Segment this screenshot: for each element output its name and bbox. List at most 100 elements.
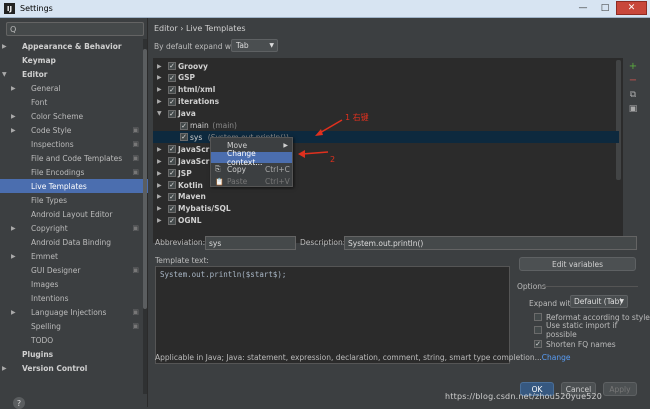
chevron-right-icon[interactable]: ▶ bbox=[157, 182, 162, 189]
sidebar-item[interactable]: File Encodings ▣ bbox=[0, 165, 148, 179]
template-label: sys bbox=[190, 132, 203, 142]
applicable-contexts: Applicable in Java; Java: statement, exp… bbox=[155, 353, 570, 362]
sidebar-item[interactable]: GUI Designer ▣ bbox=[0, 263, 148, 277]
sidebar-item[interactable]: TODO bbox=[0, 333, 148, 347]
annotation-arrows bbox=[298, 119, 343, 158]
chevron-right-icon[interactable]: ▶ bbox=[157, 193, 162, 200]
chevron-right-icon[interactable]: ▶ bbox=[157, 217, 162, 224]
template-checkbox[interactable]: ✓ bbox=[168, 62, 176, 70]
settings-sidebar: Q ▶ Appearance & Behavior Keymap ▼ Editor ▶ Ge… bbox=[0, 18, 148, 409]
chevron-right-icon[interactable]: ▶ bbox=[11, 253, 16, 260]
chevron-right-icon[interactable]: ▶ bbox=[157, 74, 162, 81]
sidebar-item[interactable]: Keymap bbox=[0, 53, 148, 67]
sidebar-item[interactable]: ▶ Copyright ▣ bbox=[0, 221, 148, 235]
template-checkbox[interactable]: ✓ bbox=[168, 145, 176, 154]
maximize-button[interactable]: □ bbox=[594, 1, 616, 15]
template-checkbox[interactable]: ✓ bbox=[168, 181, 176, 189]
close-button[interactable]: ✕ bbox=[616, 1, 647, 15]
sidebar-item[interactable]: ▶ Color Scheme bbox=[0, 109, 148, 123]
chevron-right-icon[interactable]: ▶ bbox=[11, 85, 16, 92]
sidebar-item[interactable]: Font bbox=[0, 95, 148, 109]
template-item[interactable]: ✓ main (main) bbox=[153, 120, 619, 132]
template-text-editor[interactable]: System.out.println($start$); bbox=[155, 266, 510, 364]
sidebar-item[interactable]: Intentions bbox=[0, 291, 148, 305]
sidebar-item[interactable]: Inspections ▣ bbox=[0, 137, 148, 151]
restore-icon[interactable]: ▣ bbox=[628, 104, 638, 114]
sidebar-item[interactable]: Images bbox=[0, 277, 148, 291]
search-input[interactable]: Q bbox=[6, 22, 144, 36]
sidebar-item[interactable]: ▶ Emmet bbox=[0, 249, 148, 263]
sidebar-item[interactable]: Plugins bbox=[0, 347, 148, 361]
chevron-down-icon[interactable]: ▼ bbox=[2, 71, 7, 78]
template-label: GSP bbox=[178, 73, 196, 83]
chevron-right-icon[interactable]: ▶ bbox=[157, 63, 162, 70]
sidebar-item[interactable]: File Types bbox=[0, 193, 148, 207]
template-checkbox[interactable]: ✓ bbox=[168, 85, 176, 94]
menu-item-paste[interactable]: 📋 Paste Ctrl+V bbox=[211, 176, 292, 187]
shorten-fq-checkbox[interactable]: ✓ Shorten FQ names bbox=[534, 338, 616, 350]
template-checkbox[interactable]: ✓ bbox=[168, 157, 176, 166]
template-checkbox[interactable]: ✓ bbox=[168, 97, 176, 106]
sidebar-item[interactable]: Live Templates bbox=[0, 179, 148, 193]
sidebar-item[interactable]: File and Code Templates ▣ bbox=[0, 151, 148, 165]
template-checkbox[interactable]: ✓ bbox=[168, 216, 176, 225]
sidebar-item[interactable]: ▶ General bbox=[0, 81, 148, 95]
chevron-right-icon[interactable]: ▶ bbox=[157, 170, 162, 177]
sidebar-item[interactable]: ▼ Editor bbox=[0, 67, 148, 81]
menu-item-copy[interactable]: ⎘ Copy Ctrl+C bbox=[211, 164, 292, 175]
help-icon[interactable]: ? bbox=[13, 397, 25, 409]
sidebar-item[interactable]: ▶ Language Injections ▣ bbox=[0, 305, 148, 319]
change-context-link[interactable]: Change bbox=[542, 353, 571, 362]
menu-item-change-context[interactable]: Change context... bbox=[211, 149, 292, 167]
template-checkbox[interactable]: ✓ bbox=[180, 133, 188, 142]
add-icon[interactable]: + bbox=[628, 62, 638, 72]
template-checkbox[interactable]: ✓ bbox=[168, 169, 176, 178]
template-group[interactable]: ▶ ✓ Maven bbox=[153, 191, 619, 203]
chevron-right-icon[interactable]: ▶ bbox=[157, 86, 162, 93]
apply-button[interactable]: Apply bbox=[603, 382, 637, 396]
template-checkbox[interactable]: ✓ bbox=[168, 109, 176, 118]
template-group[interactable]: ▶ ✓ Groovy bbox=[153, 60, 619, 72]
template-group[interactable]: ▶ ✓ Mybatis/SQL bbox=[153, 203, 619, 215]
chevron-right-icon[interactable]: ▶ bbox=[157, 98, 162, 105]
template-group[interactable]: ▶ ✓ GSP bbox=[153, 72, 619, 84]
sidebar-item[interactable]: Spelling ▣ bbox=[0, 319, 148, 333]
chevron-right-icon[interactable]: ▶ bbox=[157, 158, 162, 165]
options-expand-select[interactable]: Default (Tab) ▼ bbox=[570, 295, 628, 308]
remove-icon[interactable]: − bbox=[628, 76, 638, 86]
template-checkbox[interactable]: ✓ bbox=[180, 121, 188, 130]
chevron-right-icon[interactable]: ▶ bbox=[11, 113, 16, 120]
description-field[interactable]: System.out.println() bbox=[344, 236, 637, 250]
template-checkbox[interactable]: ✓ bbox=[168, 204, 176, 213]
minimize-button[interactable]: — bbox=[572, 1, 594, 15]
edit-variables-button[interactable]: Edit variables bbox=[519, 257, 636, 271]
sidebar-item[interactable]: ▶ Version Control bbox=[0, 361, 148, 375]
sidebar-scrollbar[interactable] bbox=[143, 39, 147, 394]
chevron-right-icon[interactable]: ▶ bbox=[11, 225, 16, 232]
chevron-right-icon[interactable]: ▶ bbox=[2, 365, 7, 372]
sidebar-item[interactable]: ▶ Code Style ▣ bbox=[0, 123, 148, 137]
expand-select[interactable]: Tab ▼ bbox=[231, 39, 278, 52]
copy-icon[interactable]: ⧉ bbox=[628, 90, 638, 100]
abbreviation-field[interactable]: sys bbox=[205, 236, 296, 250]
shorten-fq-box[interactable]: ✓ bbox=[534, 340, 542, 348]
template-checkbox[interactable]: ✓ bbox=[168, 192, 176, 201]
template-checkbox[interactable]: ✓ bbox=[168, 73, 176, 82]
template-group[interactable]: ▶ ✓ iterations bbox=[153, 96, 619, 108]
chevron-right-icon[interactable]: ▶ bbox=[11, 127, 16, 134]
template-group[interactable]: ▶ ✓ html/xml bbox=[153, 84, 619, 96]
static-import-box[interactable] bbox=[534, 326, 542, 334]
template-group[interactable]: ▶ ✓ OGNL bbox=[153, 215, 619, 227]
template-group[interactable]: ▼ ✓ Java bbox=[153, 108, 619, 120]
chevron-right-icon[interactable]: ▶ bbox=[2, 43, 7, 50]
chevron-right-icon[interactable]: ▶ bbox=[157, 146, 162, 153]
scrollbar-thumb[interactable] bbox=[143, 49, 147, 309]
chevron-down-icon[interactable]: ▼ bbox=[157, 110, 162, 117]
static-import-checkbox[interactable]: Use static import if possible bbox=[534, 321, 650, 339]
sidebar-item[interactable]: ▶ Appearance & Behavior bbox=[0, 39, 148, 53]
chevron-right-icon[interactable]: ▶ bbox=[11, 309, 16, 316]
reformat-box[interactable] bbox=[534, 313, 542, 321]
sidebar-item[interactable]: Android Layout Editor bbox=[0, 207, 148, 221]
chevron-right-icon[interactable]: ▶ bbox=[157, 205, 162, 212]
sidebar-item[interactable]: Android Data Binding bbox=[0, 235, 148, 249]
